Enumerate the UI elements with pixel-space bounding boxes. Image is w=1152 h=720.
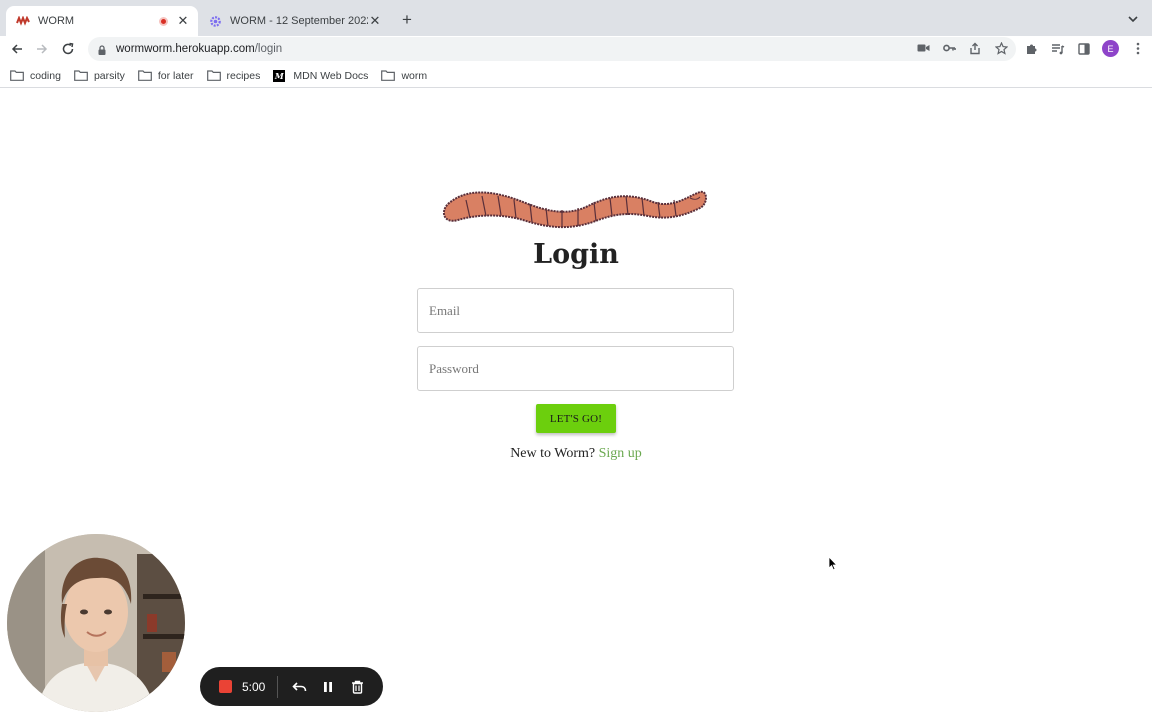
signup-prompt: New to Worm? Sign up (426, 446, 726, 462)
star-icon[interactable] (994, 41, 1008, 55)
bookmark-label: parsity (93, 69, 125, 82)
bookmark-recipes[interactable]: recipes (206, 69, 261, 82)
recording-controls: 5:00 (200, 667, 383, 706)
tab-worm-september[interactable]: WORM - 12 September 2022 ✕ (200, 6, 390, 36)
side-panel-icon[interactable] (1076, 41, 1091, 56)
webcam-bubble[interactable] (7, 534, 185, 712)
worm-favicon-icon (16, 14, 30, 28)
folder-icon (10, 70, 24, 82)
folder-icon (381, 70, 396, 82)
bookmarks-bar: coding parsity for later recipes M MDN W… (0, 64, 1152, 88)
extensions-puzzle-icon[interactable] (1024, 41, 1039, 56)
tab-title: WORM (38, 15, 75, 27)
forward-icon[interactable] (33, 40, 51, 58)
trash-icon[interactable] (348, 678, 366, 696)
folder-icon (74, 70, 88, 82)
webcam-feed (7, 534, 185, 712)
url-path: /login (254, 43, 283, 55)
pause-icon[interactable] (319, 678, 337, 696)
email-field[interactable] (417, 288, 734, 333)
tab-title: WORM - 12 September 2022 (230, 15, 368, 27)
sign-up-link[interactable]: Sign up (599, 446, 642, 461)
bookmark-label: MDN Web Docs (293, 69, 369, 82)
password-field[interactable] (417, 346, 734, 391)
browser-toolbar: wormworm.herokuapp.com/login (0, 36, 1152, 62)
bookmark-coding[interactable]: coding (10, 70, 61, 82)
lets-go-button[interactable]: LET'S GO! (536, 404, 616, 433)
reload-icon[interactable] (59, 40, 77, 58)
back-icon[interactable] (8, 40, 26, 58)
folder-icon (206, 70, 221, 82)
mouse-cursor-icon (828, 555, 838, 571)
divider (277, 675, 279, 698)
mdn-icon: M (273, 69, 286, 82)
url-domain: wormworm.herokuapp.com (116, 43, 255, 55)
bookmark-parsity[interactable]: parsity (74, 70, 125, 82)
bookmark-mdn[interactable]: M MDN Web Docs (273, 69, 369, 82)
bookmark-label: recipes (226, 69, 261, 82)
close-tab-icon[interactable]: ✕ (176, 14, 190, 28)
lock-icon (96, 43, 108, 55)
tab-worm[interactable]: WORM ✕ (6, 6, 198, 36)
signup-prompt-text: New to Worm? (510, 446, 596, 461)
chevron-down-icon[interactable] (1126, 12, 1140, 26)
undo-icon[interactable] (290, 678, 308, 696)
bookmark-for-later[interactable]: for later (137, 69, 194, 82)
bookmark-label: for later (157, 69, 194, 82)
worm-logo-icon (438, 184, 710, 232)
kebab-menu-icon[interactable] (1130, 41, 1145, 56)
stop-recording-button[interactable] (219, 680, 232, 693)
bookmark-label: worm (401, 69, 428, 82)
bookmark-worm[interactable]: worm (381, 70, 427, 82)
camera-icon[interactable] (916, 41, 930, 55)
bookmark-label: coding (30, 69, 61, 82)
url-text: wormworm.herokuapp.com/login (116, 43, 282, 55)
new-tab-icon[interactable]: + (398, 11, 416, 29)
tab-strip: WORM ✕ WORM - 12 September 2022 ✕ + (0, 0, 1152, 36)
page-title: Login (533, 239, 619, 270)
address-bar[interactable]: wormworm.herokuapp.com/login (88, 37, 1016, 61)
close-tab-icon[interactable]: ✕ (368, 14, 382, 28)
media-queue-icon[interactable] (1050, 41, 1065, 56)
recording-timer: 5:00 (242, 679, 266, 694)
recording-indicator-icon (159, 16, 168, 26)
gear-favicon-icon (208, 14, 222, 28)
folder-icon (137, 70, 152, 82)
share-icon[interactable] (968, 41, 982, 55)
key-icon[interactable] (942, 41, 956, 55)
profile-avatar[interactable]: E (1102, 40, 1119, 57)
